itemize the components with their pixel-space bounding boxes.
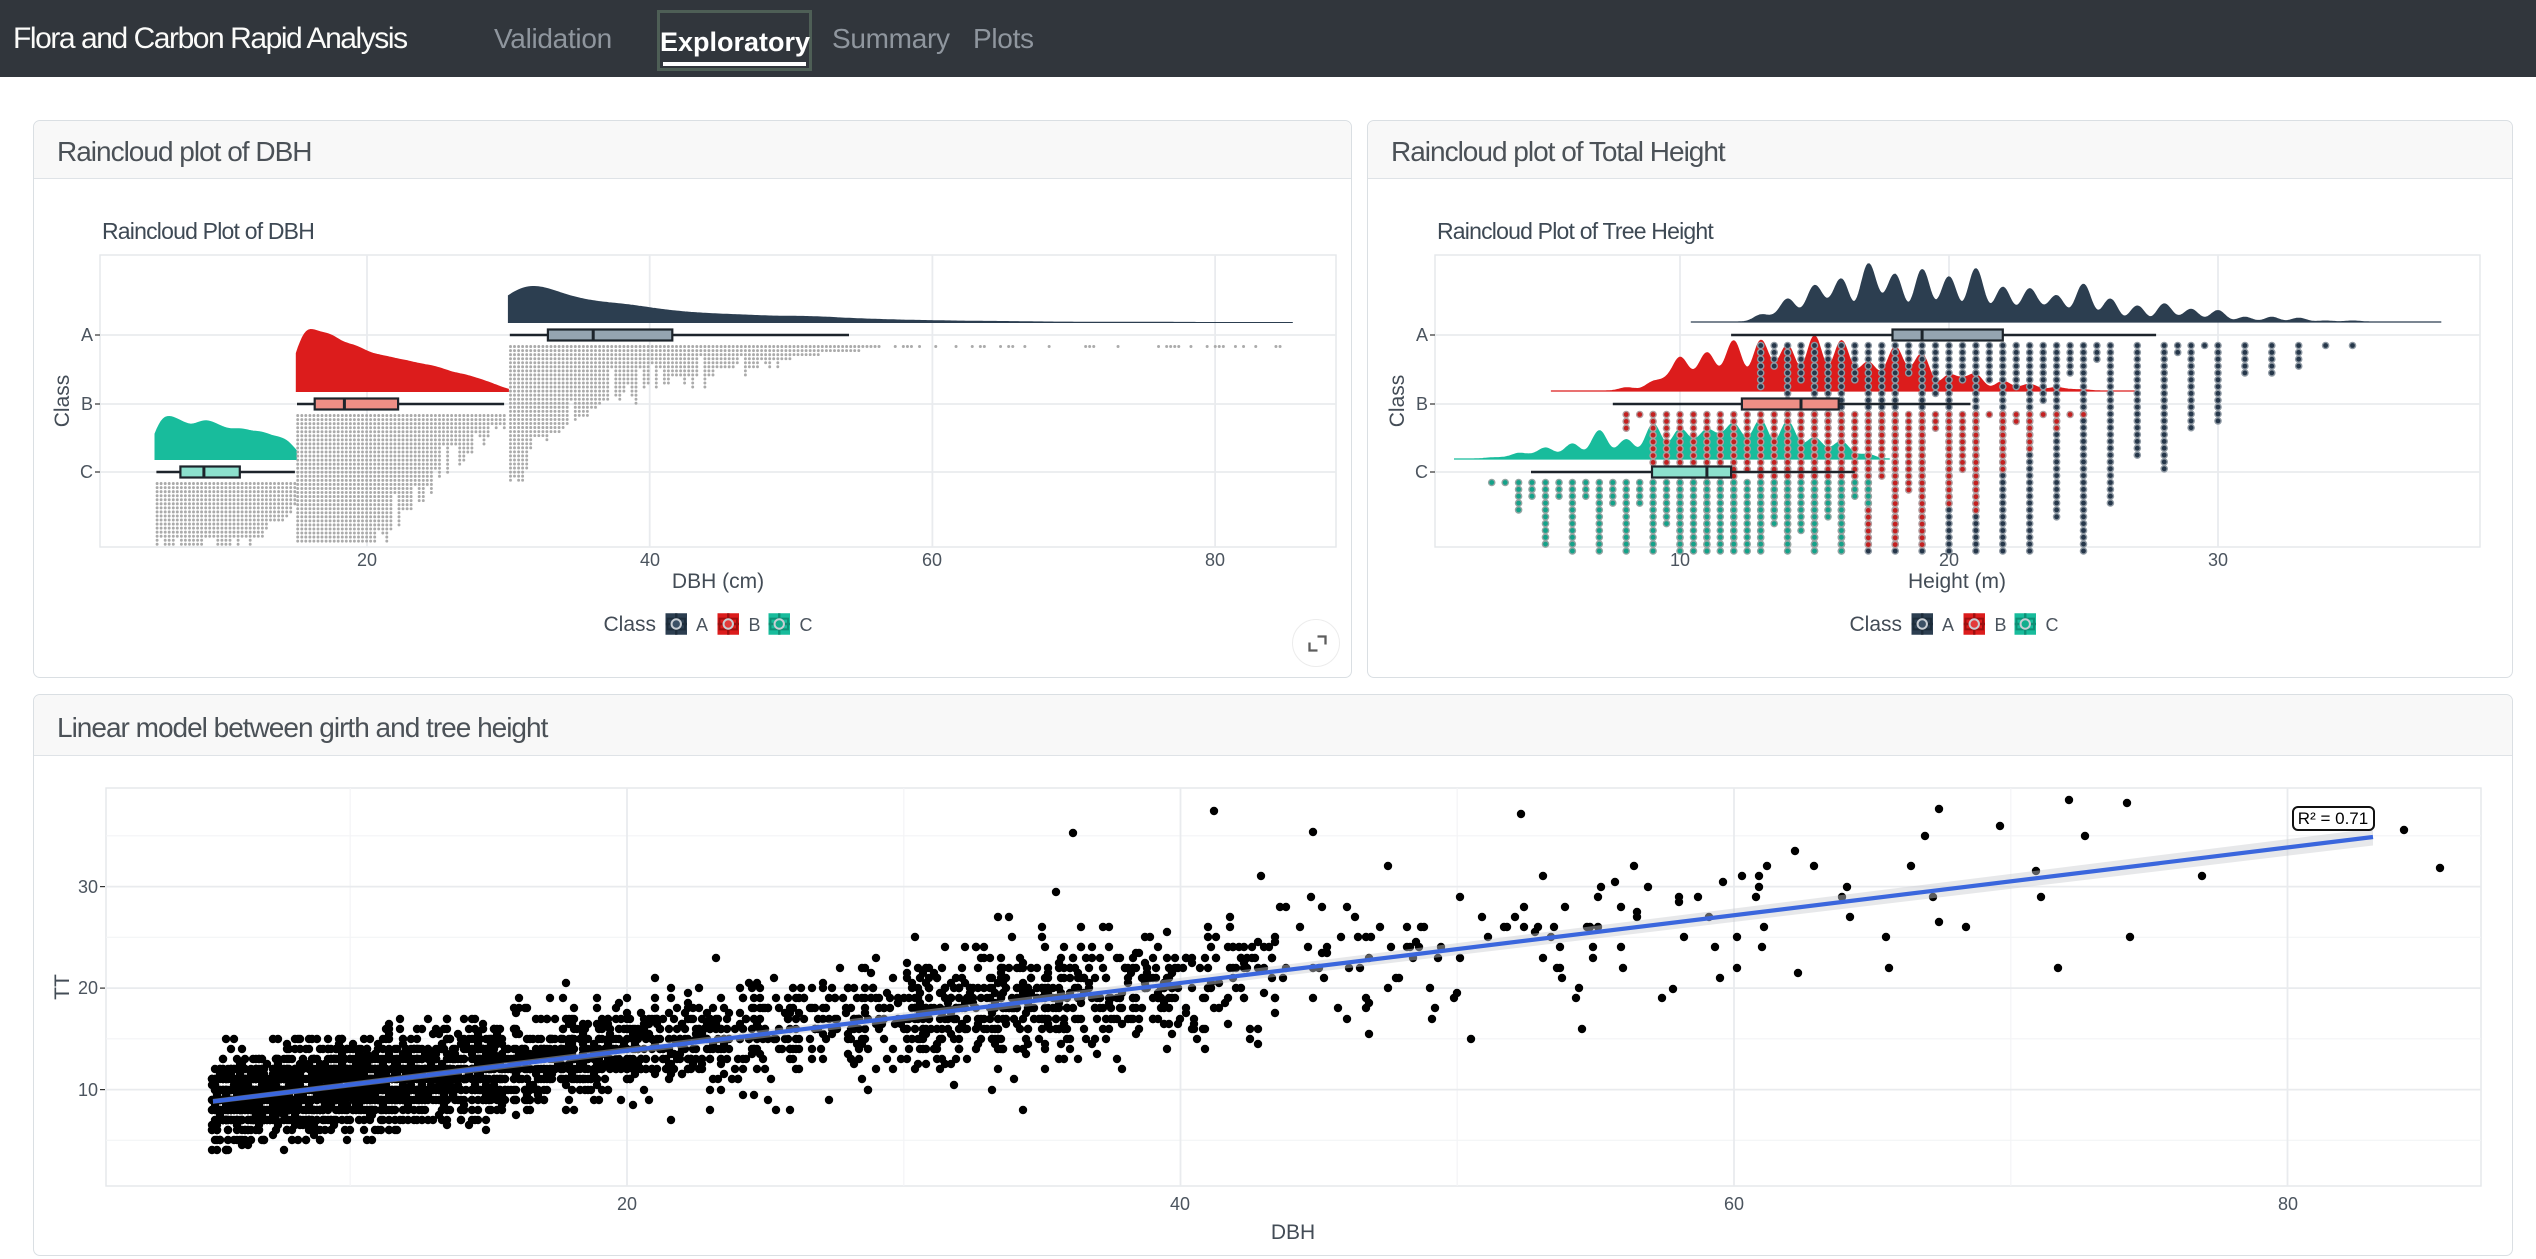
svg-text:C: C — [80, 462, 93, 482]
svg-text:80: 80 — [1205, 550, 1225, 570]
svg-text:30: 30 — [2208, 550, 2228, 570]
svg-text:B: B — [1994, 615, 2006, 635]
svg-text:A: A — [696, 615, 708, 635]
svg-text:B: B — [81, 394, 93, 414]
svg-text:B: B — [748, 615, 760, 635]
svg-text:A: A — [1416, 325, 1428, 345]
svg-text:20: 20 — [357, 550, 377, 570]
svg-text:40: 40 — [640, 550, 660, 570]
svg-text:Height (m): Height (m) — [1908, 570, 2006, 593]
svg-text:Class: Class — [603, 613, 656, 636]
svg-text:Class: Class — [1386, 375, 1409, 428]
svg-text:60: 60 — [922, 550, 942, 570]
svg-text:Raincloud Plot of Tree Height: Raincloud Plot of Tree Height — [1437, 218, 1714, 244]
svg-text:C: C — [2046, 615, 2059, 635]
svg-text:C: C — [1415, 462, 1428, 482]
svg-text:B: B — [1416, 394, 1428, 414]
svg-text:Class: Class — [1849, 613, 1902, 636]
svg-text:20: 20 — [1939, 550, 1959, 570]
svg-text:A: A — [81, 325, 93, 345]
svg-text:Class: Class — [51, 375, 74, 428]
svg-text:C: C — [800, 615, 813, 635]
svg-text:DBH (cm): DBH (cm) — [672, 570, 764, 593]
svg-text:Raincloud Plot of DBH: Raincloud Plot of DBH — [102, 218, 314, 244]
svg-text:A: A — [1942, 615, 1954, 635]
svg-text:10: 10 — [1670, 550, 1690, 570]
